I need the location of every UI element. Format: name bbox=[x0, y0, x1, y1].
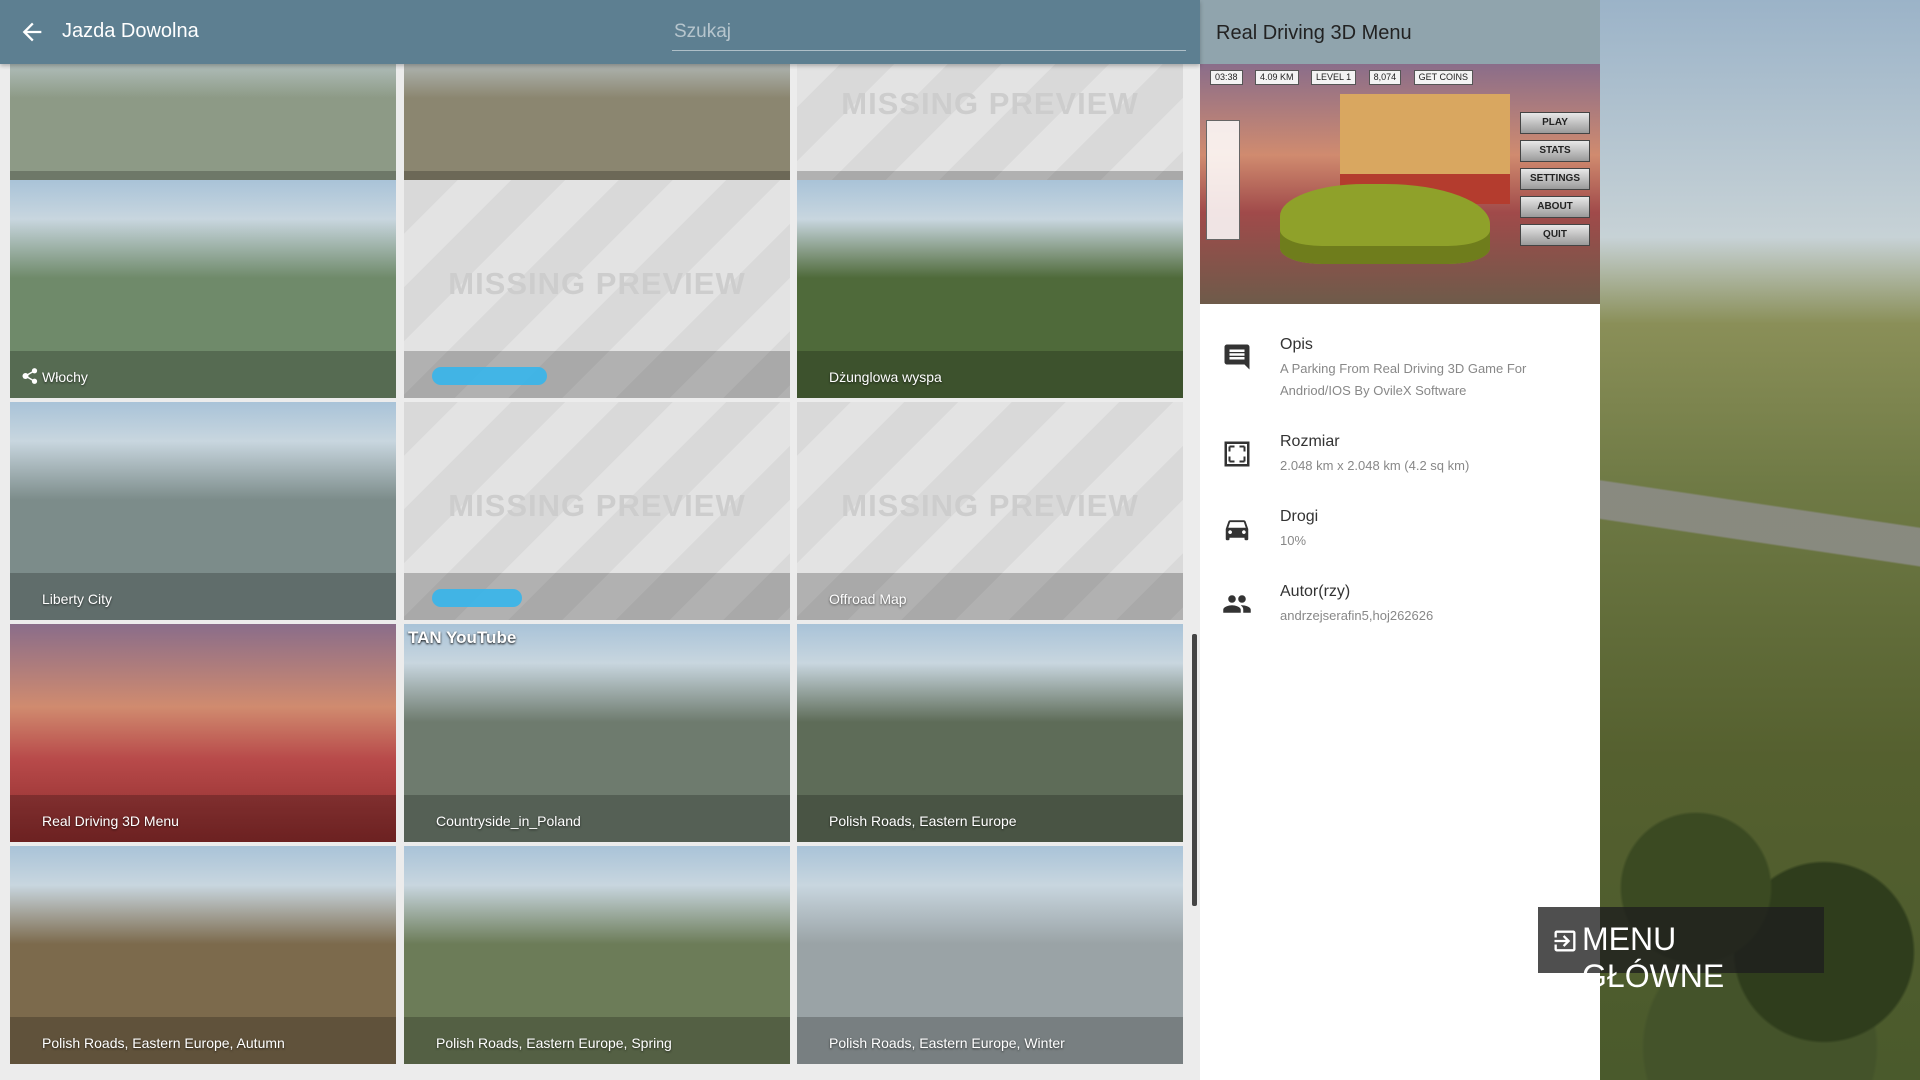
tile-caption: Włochy bbox=[42, 369, 88, 385]
info-roads: Drogi 10% bbox=[1200, 508, 1600, 568]
missing-preview-text: MISSING PREVIEW bbox=[841, 86, 1139, 121]
level-tile[interactable]: Polish Roads, Eastern Europe, Spring bbox=[404, 846, 790, 1064]
top-bar: Jazda Dowolna bbox=[0, 0, 1200, 64]
tile-caption: Countryside_in_Poland bbox=[436, 813, 581, 829]
level-tile[interactable]: TAN YouTube Countryside_in_Poland bbox=[404, 624, 790, 842]
expand-icon bbox=[1222, 439, 1252, 469]
level-tile[interactable]: MISSING PREVIEW bbox=[404, 180, 790, 398]
preview-quit-label: QUIT bbox=[1520, 224, 1590, 246]
preview-hud-level: LEVEL 1 bbox=[1310, 70, 1357, 85]
info-authors-label: Autor(rzy) bbox=[1280, 583, 1351, 600]
level-tile[interactable]: Liberty City bbox=[10, 402, 396, 620]
preview-settings-label: SETTINGS bbox=[1520, 168, 1590, 190]
level-tile[interactable]: Polish Roads, Eastern Europe bbox=[797, 624, 1183, 842]
level-tile[interactable]: Polish Roads, Eastern Europe, Winter bbox=[797, 846, 1183, 1064]
tile-caption: Offroad Map bbox=[829, 591, 907, 607]
tile-caption: Polish Roads, Eastern Europe, Winter bbox=[829, 1035, 1065, 1051]
preview-watermark-text: TAN YouTube bbox=[408, 628, 517, 647]
info-size-label: Rozmiar bbox=[1280, 433, 1340, 450]
info-roads-value: 10% bbox=[1280, 533, 1307, 548]
preview-hud-time: 03:38 bbox=[1210, 70, 1243, 85]
tile-caption: Liberty City bbox=[42, 591, 113, 607]
level-tile[interactable]: Dżunglowa wyspa bbox=[797, 180, 1183, 398]
info-size: Rozmiar 2.048 km x 2.048 km (4.2 sq km) bbox=[1200, 433, 1600, 493]
missing-preview-text: MISSING PREVIEW bbox=[841, 488, 1139, 523]
level-tile[interactable]: MISSING PREVIEW bbox=[404, 402, 790, 620]
share-icon bbox=[20, 367, 40, 385]
preview-hud-get-coins: GET COINS bbox=[1413, 70, 1473, 85]
main-menu-label: MENU GŁÓWNE bbox=[1582, 921, 1725, 994]
redacted-scribble bbox=[432, 367, 547, 385]
info-authors: Autor(rzy) andrzejserafin5,hoj262626 bbox=[1200, 583, 1600, 643]
preview-side-icons bbox=[1206, 120, 1240, 240]
level-tile[interactable]: Real Driving 3D Menu bbox=[10, 624, 396, 842]
level-tile[interactable]: MISSING PREVIEW Offroad Map bbox=[797, 402, 1183, 620]
preview-menu-buttons: PLAY STATS SETTINGS ABOUT QUIT bbox=[1520, 112, 1590, 252]
comment-icon bbox=[1222, 342, 1252, 372]
people-icon bbox=[1222, 589, 1252, 619]
missing-preview-text: MISSING PREVIEW bbox=[448, 488, 746, 523]
panel-preview-image: 03:38 4.09 KM LEVEL 1 8,074 GET COINS PL… bbox=[1200, 64, 1600, 304]
scrollbar[interactable] bbox=[1192, 634, 1197, 906]
tile-caption: Polish Roads, Eastern Europe, Spring bbox=[436, 1035, 672, 1051]
car-icon bbox=[1222, 514, 1252, 544]
info-authors-value: andrzejserafin5,hoj262626 bbox=[1280, 608, 1434, 623]
level-grid: Tor Wyścigowy HirochiObszar PrzemysłowyM… bbox=[0, 64, 1200, 1080]
missing-preview-text: MISSING PREVIEW bbox=[448, 266, 746, 301]
redacted-scribble bbox=[432, 589, 522, 607]
preview-car bbox=[1280, 184, 1490, 264]
info-description: Opis A Parking From Real Driving 3D Game… bbox=[1200, 336, 1600, 398]
info-size-value: 2.048 km x 2.048 km (4.2 sq km) bbox=[1280, 458, 1470, 473]
info-roads-label: Drogi bbox=[1280, 508, 1319, 525]
panel-header: Real Driving 3D Menu bbox=[1200, 0, 1600, 64]
info-description-label: Opis bbox=[1280, 336, 1313, 353]
exit-icon bbox=[1551, 927, 1579, 955]
info-description-value: A Parking From Real Driving 3D Game For … bbox=[1280, 361, 1527, 398]
level-tile[interactable]: Włochy bbox=[10, 180, 396, 398]
level-tile[interactable]: Polish Roads, Eastern Europe, Autumn bbox=[10, 846, 396, 1064]
back-arrow-icon[interactable] bbox=[18, 18, 46, 46]
preview-about-label: ABOUT bbox=[1520, 196, 1590, 218]
preview-hud-coins: 8,074 bbox=[1368, 70, 1402, 85]
preview-play-label: PLAY bbox=[1520, 112, 1590, 134]
panel-title: Real Driving 3D Menu bbox=[1216, 22, 1412, 44]
main-menu-button[interactable]: MENU GŁÓWNE bbox=[1538, 907, 1824, 994]
preview-hud-distance: 4.09 KM bbox=[1254, 70, 1299, 85]
search-input[interactable] bbox=[672, 14, 1186, 51]
page-title: Jazda Dowolna bbox=[62, 20, 199, 42]
tile-caption: Polish Roads, Eastern Europe, Autumn bbox=[42, 1035, 285, 1051]
tile-caption: Real Driving 3D Menu bbox=[42, 813, 179, 829]
preview-hud: 03:38 4.09 KM LEVEL 1 8,074 GET COINS bbox=[1210, 70, 1590, 85]
tile-caption: Dżunglowa wyspa bbox=[829, 369, 942, 385]
tile-caption: Polish Roads, Eastern Europe bbox=[829, 813, 1017, 829]
preview-stats-label: STATS bbox=[1520, 140, 1590, 162]
